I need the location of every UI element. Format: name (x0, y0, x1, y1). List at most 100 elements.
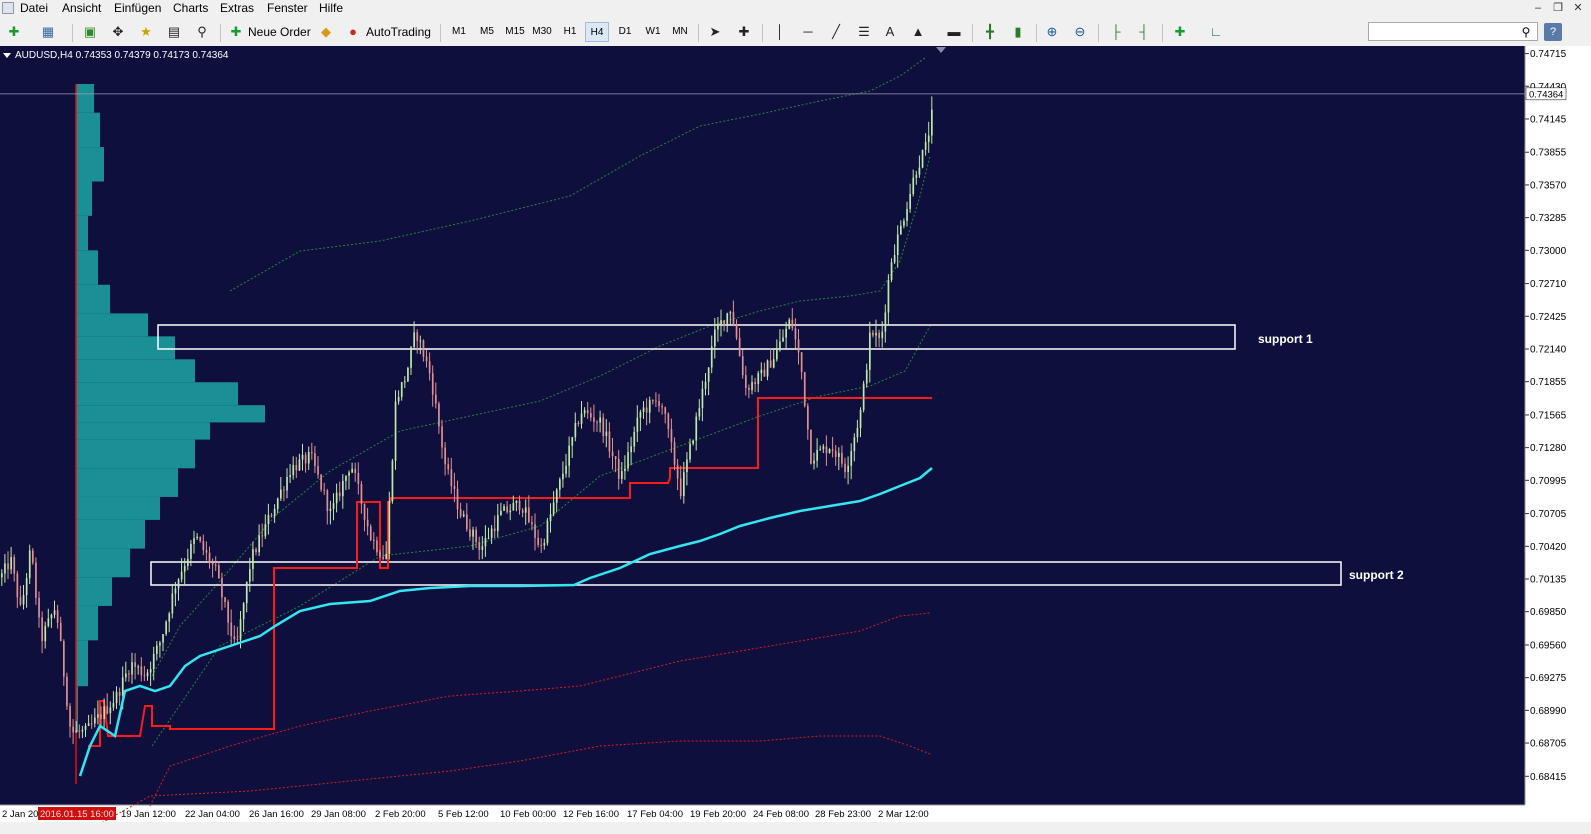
tester-icon[interactable]: ⚲ (192, 22, 212, 42)
candle-body-43 (134, 662, 136, 667)
metaeditor-icon[interactable]: ◆ (316, 22, 336, 42)
candle-body-162 (503, 506, 505, 511)
help-icon[interactable]: ? (1544, 23, 1562, 41)
autotrading-button[interactable]: AutoTrading (366, 22, 431, 42)
candle-body-179 (555, 489, 558, 503)
candle-body-198 (614, 456, 617, 459)
candle-body-244 (757, 373, 760, 384)
candle-body-184 (571, 437, 574, 446)
new-chart-icon[interactable]: ✚ (4, 22, 24, 42)
candle-body-100 (311, 452, 313, 454)
label-icon[interactable]: ▬ (944, 22, 964, 42)
search-icon[interactable]: ⚲ (1518, 24, 1534, 40)
chart-shift-icon[interactable]: ┤ (1134, 22, 1154, 42)
horizontal-line-icon[interactable]: ─ (798, 22, 818, 42)
restore-icon[interactable]: ❐ (1549, 1, 1567, 16)
candle-body-65 (202, 540, 205, 551)
menu-hilfe[interactable]: Hilfe (319, 1, 343, 15)
time-label-14: 2 Mar 12:00 (878, 809, 929, 820)
candle-body-270 (838, 452, 840, 457)
candle-body-188 (583, 410, 586, 414)
timeframe-h4[interactable]: H4 (585, 22, 609, 42)
candle-body-35 (109, 707, 112, 714)
candle-body-146 (453, 486, 456, 489)
timeframe-h1[interactable]: H1 (558, 22, 582, 42)
shapes-icon[interactable]: ▲ (908, 22, 928, 42)
red-step-line (88, 397, 932, 747)
menu-ansicht[interactable]: Ansicht (62, 1, 101, 15)
channel-icon[interactable]: ☰ (854, 22, 874, 42)
autotrading-icon[interactable]: ● (343, 22, 363, 42)
volume-profile-bar-0 (76, 84, 94, 113)
zoom-out-icon[interactable]: ⊖ (1070, 22, 1090, 42)
menu-datei[interactable]: Datei (20, 1, 48, 15)
menu-extras[interactable]: Extras (220, 1, 254, 15)
bar-chart-icon[interactable]: ╋ (980, 22, 1000, 42)
candle-body-149 (462, 514, 465, 517)
candle-body-290 (900, 225, 902, 235)
periods-icon[interactable]: ∟ (1206, 22, 1226, 42)
candle-body-224 (695, 416, 698, 441)
zoom-in-icon[interactable]: ⊕ (1042, 22, 1062, 42)
candle-body-48 (149, 669, 152, 673)
candle-body-79 (245, 581, 248, 604)
collapse-triangle-icon[interactable] (3, 52, 11, 58)
volume-profile-bar-11 (76, 405, 265, 423)
timeframe-mn[interactable]: MN (668, 22, 692, 42)
candle-body-83 (258, 535, 260, 553)
candle-body-134 (416, 332, 419, 341)
candle-body-104 (323, 489, 326, 491)
terminal-icon[interactable]: ▤ (164, 22, 184, 42)
candlestick-icon[interactable]: ▮ (1008, 22, 1028, 42)
navigator-icon[interactable]: ★ (136, 22, 156, 42)
autoscroll-icon[interactable]: ├ (1106, 22, 1126, 42)
chart-shift-marker (936, 47, 946, 53)
trendline-icon[interactable]: ╱ (826, 22, 846, 42)
menu-fenster[interactable]: Fenster (267, 1, 308, 15)
menu-einfuegen[interactable]: Einfügen (114, 1, 161, 15)
search-input[interactable] (1368, 22, 1538, 41)
symbol-ohlc: AUDUSD,H4 0.74353 0.74379 0.74173 0.7436… (15, 50, 229, 61)
volume-profile-bar-3 (76, 181, 92, 216)
candle-body-260 (807, 406, 809, 430)
new-order-button[interactable]: Neue Order (248, 22, 311, 42)
minimize-icon[interactable]: – (1529, 1, 1547, 16)
candle-body-138 (428, 361, 431, 374)
candle-body-121 (376, 540, 378, 553)
profiles-icon[interactable]: ▦ (38, 22, 58, 42)
cursor-icon[interactable]: ➤ (705, 22, 725, 42)
candle-body-7 (22, 595, 25, 605)
data-window-icon[interactable]: ✥ (108, 22, 128, 42)
timeframe-m5[interactable]: M5 (475, 22, 499, 42)
window-controls: – ❐ ✕ (1527, 0, 1587, 16)
new-order-icon[interactable]: ✚ (226, 22, 246, 42)
candle-body-9 (28, 550, 31, 579)
timeframe-m15[interactable]: M15 (503, 22, 527, 42)
candle-body-68 (211, 562, 214, 565)
menu-charts[interactable]: Charts (173, 1, 208, 15)
market-watch-icon[interactable]: ▣ (80, 22, 100, 42)
app-icon[interactable] (2, 2, 14, 14)
vertical-line-icon[interactable]: │ (770, 22, 790, 42)
crosshair-icon[interactable]: ✚ (734, 22, 754, 42)
close-icon[interactable]: ✕ (1569, 1, 1587, 16)
indicators-icon[interactable]: ✚ (1170, 22, 1190, 42)
text-icon[interactable]: A (880, 22, 900, 42)
candle-body-41 (128, 673, 130, 675)
candle-body-227 (704, 381, 707, 389)
candle-body-299 (927, 135, 930, 143)
candle-body-77 (239, 619, 242, 640)
candle-body-169 (524, 507, 527, 513)
timeframe-m30[interactable]: M30 (530, 22, 554, 42)
chart-canvas[interactable]: 0.747150.744300.741450.738550.735700.732… (0, 46, 1591, 822)
timeframe-d1[interactable]: D1 (613, 22, 637, 42)
candle-body-248 (769, 360, 772, 368)
chart-window[interactable]: 0.74715 0.74430 0.74145 0.73855 0.73570 0.732… (0, 46, 1591, 822)
timeframe-m1[interactable]: M1 (447, 22, 471, 42)
candle-body-25 (78, 730, 81, 732)
candle-body-96 (298, 459, 301, 471)
candle-body-95 (295, 464, 298, 471)
candle-body-120 (373, 540, 375, 542)
timeframe-w1[interactable]: W1 (641, 22, 665, 42)
candle-body-242 (751, 381, 753, 391)
